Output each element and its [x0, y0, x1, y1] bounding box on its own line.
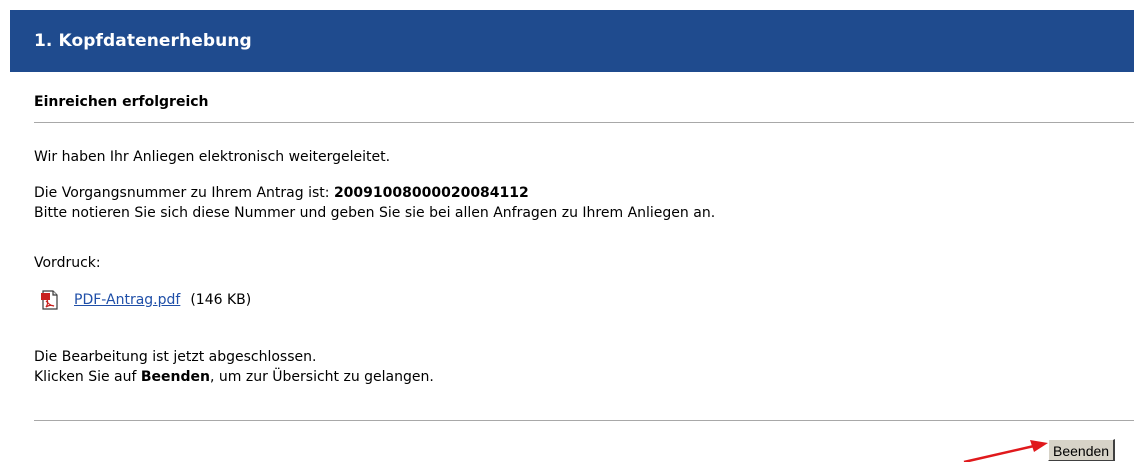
- forwarded-message: Wir haben Ihr Anliegen elektronisch weit…: [34, 149, 391, 165]
- section-title: Einreichen erfolgreich: [34, 94, 209, 110]
- file-row: PDF-Antrag.pdf (146 KB): [40, 290, 251, 310]
- note-message: Bitte notieren Sie sich diese Nummer und…: [34, 205, 716, 221]
- page-title: 1. Kopfdatenerhebung: [34, 31, 252, 51]
- process-number: 20091008000020084112: [333, 185, 529, 201]
- click-instruction: Klicken Sie auf Beenden, um zur Übersich…: [34, 368, 434, 386]
- pdf-icon[interactable]: [40, 290, 60, 310]
- page: 1. Kopfdatenerhebung Einreichen erfolgre…: [0, 0, 1136, 462]
- process-number-line: Die Vorgangsnummer zu Ihrem Antrag ist: …: [34, 184, 529, 202]
- red-arrow-annotation: [963, 440, 1048, 462]
- divider-bottom: [34, 420, 1134, 421]
- click-prefix: Klicken Sie auf: [34, 369, 141, 385]
- form-label: Vordruck:: [34, 255, 101, 271]
- click-bold: Beenden: [140, 369, 210, 385]
- done-message: Die Bearbeitung ist jetzt abgeschlossen.: [34, 349, 317, 365]
- divider-top: [34, 122, 1134, 123]
- finish-button[interactable]: Beenden: [1048, 439, 1116, 461]
- header-bar: 1. Kopfdatenerhebung: [10, 10, 1134, 72]
- file-size: (146 KB): [190, 292, 252, 308]
- process-number-label: Die Vorgangsnummer zu Ihrem Antrag ist:: [34, 185, 334, 201]
- click-suffix: , um zur Übersicht zu gelangen.: [210, 369, 434, 385]
- pdf-file-link[interactable]: PDF-Antrag.pdf: [74, 292, 180, 308]
